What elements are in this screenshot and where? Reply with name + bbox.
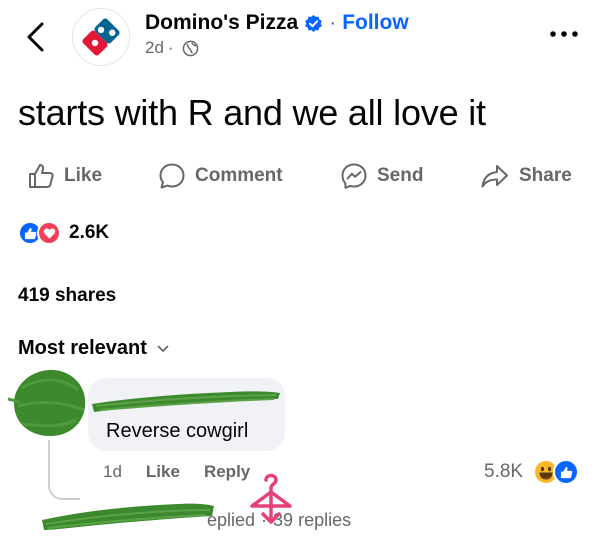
dominos-logo-icon xyxy=(82,18,120,56)
post-header: Domino's Pizza · Follow 2d · xyxy=(0,0,600,80)
send-button[interactable]: Send xyxy=(340,156,423,196)
post-actions-bar: Like Comment Send Share xyxy=(0,156,600,196)
comment-button[interactable]: Comment xyxy=(158,156,283,196)
redacted-avatar-scribble xyxy=(8,369,86,437)
messenger-icon xyxy=(341,163,367,189)
post-text: starts with R and we all love it xyxy=(18,92,486,133)
comment-like-button[interactable]: Like xyxy=(146,462,180,482)
like-button[interactable]: Like xyxy=(27,156,102,196)
comment-time[interactable]: 1d xyxy=(103,462,122,482)
post-meta: 2d · xyxy=(145,38,199,58)
page-avatar[interactable] xyxy=(72,8,130,66)
redacted-name-scribble xyxy=(92,391,280,412)
sort-label: Most relevant xyxy=(18,337,147,359)
post-time[interactable]: 2d xyxy=(145,38,164,58)
thumbs-up-icon xyxy=(29,164,54,188)
comment-sort-dropdown[interactable]: Most relevant xyxy=(18,337,169,360)
page-name-row: Domino's Pizza · Follow xyxy=(145,11,409,35)
follow-button[interactable]: Follow xyxy=(342,11,409,35)
like-label: Like xyxy=(64,165,103,186)
verified-badge-icon xyxy=(305,14,322,32)
reaction-count: 2.6K xyxy=(69,222,110,243)
comment-meta: 1d Like Reply xyxy=(103,462,250,482)
comment-label: Comment xyxy=(195,165,283,186)
reply-thread-line xyxy=(48,440,80,500)
share-arrow-icon xyxy=(481,165,508,188)
redacted-reply-name-scribble xyxy=(42,503,214,530)
back-arrow-icon[interactable] xyxy=(22,20,50,54)
globe-icon xyxy=(182,40,198,56)
header-separator: · xyxy=(329,11,337,34)
comment-text: Reverse cowgirl xyxy=(106,420,249,442)
like-reaction-icon-small xyxy=(553,459,580,485)
more-options-icon[interactable] xyxy=(549,29,579,39)
comment-reaction-count: 5.8K xyxy=(484,461,524,482)
send-label: Send xyxy=(377,165,424,186)
comment-reaction-summary[interactable]: 5.8K xyxy=(484,459,580,485)
shares-count[interactable]: 419 shares xyxy=(18,285,116,307)
pink-annotation-mark xyxy=(250,473,292,524)
chevron-down-icon xyxy=(157,345,169,352)
share-label: Share xyxy=(519,165,572,186)
meta-separator: · xyxy=(167,38,174,57)
reaction-summary[interactable]: 2.6K xyxy=(18,221,109,245)
share-button[interactable]: Share xyxy=(480,156,572,196)
page-name[interactable]: Domino's Pizza xyxy=(145,11,298,35)
love-reaction-icon xyxy=(37,221,61,245)
comment-icon xyxy=(159,163,185,189)
